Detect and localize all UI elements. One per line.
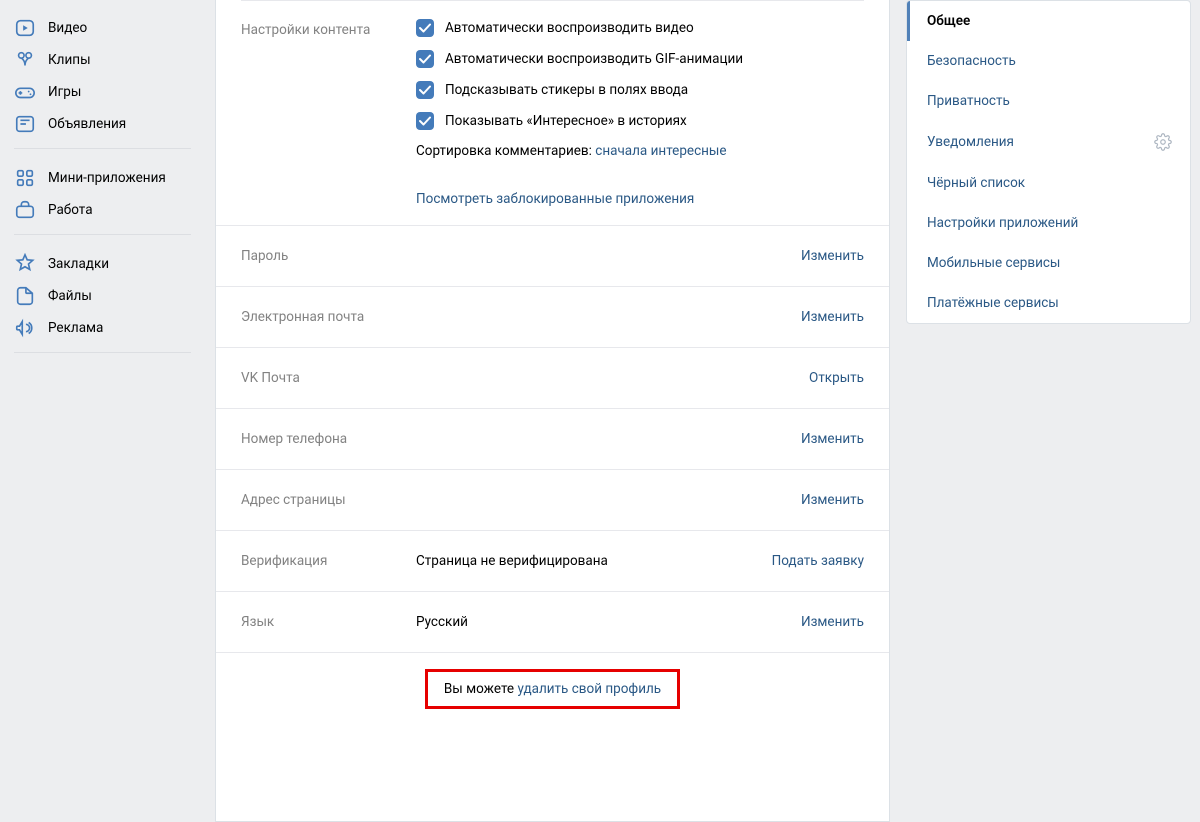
- checkbox-checked-icon: [416, 81, 434, 99]
- checkbox-label: Автоматически воспроизводить GIF-анимаци…: [445, 51, 743, 67]
- change-password-link[interactable]: Изменить: [801, 248, 864, 264]
- checkbox-label: Автоматически воспроизводить видео: [445, 20, 694, 36]
- settings-nav-label: Настройки приложений: [927, 215, 1078, 231]
- checkbox-autoplay-video[interactable]: Автоматически воспроизводить видео: [416, 19, 864, 37]
- nav-promo[interactable]: Реклама: [14, 312, 215, 344]
- nav-label: Клипы: [48, 52, 91, 68]
- nav-label: Работа: [48, 202, 93, 218]
- nav-label: Видео: [48, 20, 87, 36]
- checkbox-checked-icon: [416, 50, 434, 68]
- nav-bookmarks[interactable]: Закладки: [14, 248, 215, 280]
- row-label: Язык: [241, 614, 416, 630]
- nav-video[interactable]: Видео: [14, 12, 215, 44]
- settings-nav-label: Уведомления: [927, 134, 1014, 150]
- nav-files[interactable]: Файлы: [14, 280, 215, 312]
- verification-apply-link[interactable]: Подать заявку: [772, 553, 864, 569]
- work-icon: [14, 199, 36, 221]
- row-label: Верификация: [241, 553, 416, 569]
- bookmarks-icon: [14, 253, 36, 275]
- change-phone-link[interactable]: Изменить: [801, 431, 864, 447]
- row-email: Электронная почта Изменить: [216, 287, 889, 348]
- checkbox-checked-icon: [416, 19, 434, 37]
- row-value: Русский: [416, 614, 801, 630]
- row-language: Язык Русский Изменить: [216, 592, 889, 652]
- checkbox-checked-icon: [416, 112, 434, 130]
- settings-nav-payments[interactable]: Платёжные сервисы: [907, 283, 1190, 323]
- row-label: Электронная почта: [241, 309, 416, 325]
- settings-nav-box: Общее Безопасность Приватность Уведомлен…: [906, 0, 1191, 324]
- settings-nav-privacy[interactable]: Приватность: [907, 81, 1190, 121]
- change-address-link[interactable]: Изменить: [801, 492, 864, 508]
- settings-nav-label: Чёрный список: [927, 175, 1025, 191]
- settings-nav-notifications[interactable]: Уведомления: [907, 121, 1190, 163]
- checkbox-show-interesting[interactable]: Показывать «Интересное» в историях: [416, 112, 864, 130]
- nav-label: Закладки: [48, 256, 109, 272]
- sort-value-link[interactable]: сначала интересные: [595, 143, 726, 159]
- settings-nav-label: Приватность: [927, 93, 1010, 109]
- ads-icon: [14, 113, 36, 135]
- nav-miniapps[interactable]: Мини-приложения: [14, 162, 215, 194]
- miniapps-icon: [14, 167, 36, 189]
- settings-nav-blacklist[interactable]: Чёрный список: [907, 163, 1190, 203]
- settings-right-panel: Общее Безопасность Приватность Уведомлен…: [906, 0, 1191, 822]
- nav-label: Мини-приложения: [48, 170, 166, 186]
- section-label: Настройки контента: [241, 19, 416, 207]
- open-vkmail-link[interactable]: Открыть: [809, 370, 864, 386]
- blocked-apps-link[interactable]: Посмотреть заблокированные приложения: [416, 191, 864, 207]
- settings-main-panel: Настройки контента Автоматически воспрои…: [215, 0, 890, 822]
- nav-label: Реклама: [48, 320, 103, 336]
- nav-games[interactable]: Игры: [14, 76, 215, 108]
- delete-profile-highlight: Вы можете удалить свой профиль: [425, 669, 680, 709]
- checkbox-label: Показывать «Интересное» в историях: [445, 113, 687, 129]
- row-phone: Номер телефона Изменить: [216, 409, 889, 470]
- promo-icon: [14, 317, 36, 339]
- delete-prefix: Вы можете: [444, 681, 518, 697]
- row-value: Страница не верифицирована: [416, 553, 772, 569]
- change-email-link[interactable]: Изменить: [801, 309, 864, 325]
- settings-nav-app-settings[interactable]: Настройки приложений: [907, 203, 1190, 243]
- settings-nav-general[interactable]: Общее: [907, 1, 1190, 41]
- video-icon: [14, 17, 36, 39]
- row-label: VK Почта: [241, 370, 416, 386]
- nav-separator: [14, 148, 191, 156]
- nav-clips[interactable]: Клипы: [14, 44, 215, 76]
- settings-nav-mobile[interactable]: Мобильные сервисы: [907, 243, 1190, 283]
- nav-label: Игры: [48, 84, 81, 100]
- checkbox-suggest-stickers[interactable]: Подсказывать стикеры в полях ввода: [416, 81, 864, 99]
- row-vkmail: VK Почта Открыть: [216, 348, 889, 409]
- row-label: Пароль: [241, 248, 416, 264]
- content-settings-section: Настройки контента Автоматически воспрои…: [216, 1, 889, 226]
- nav-ads[interactable]: Объявления: [14, 108, 215, 140]
- games-icon: [14, 81, 36, 103]
- checkbox-label: Подсказывать стикеры в полях ввода: [445, 82, 688, 98]
- left-navigation: Видео Клипы Игры Объявления Мини-прил: [0, 0, 215, 822]
- files-icon: [14, 285, 36, 307]
- footer: Вы можете удалить свой профиль: [216, 652, 889, 725]
- delete-profile-link[interactable]: удалить свой профиль: [517, 681, 661, 697]
- checkbox-autoplay-gif[interactable]: Автоматически воспроизводить GIF-анимаци…: [416, 50, 864, 68]
- change-language-link[interactable]: Изменить: [801, 614, 864, 630]
- nav-label: Файлы: [48, 288, 92, 304]
- settings-nav-label: Безопасность: [927, 53, 1016, 69]
- settings-nav-security[interactable]: Безопасность: [907, 41, 1190, 81]
- nav-label: Объявления: [48, 116, 126, 132]
- row-verification: Верификация Страница не верифицирована П…: [216, 531, 889, 592]
- row-address: Адрес страницы Изменить: [216, 470, 889, 531]
- settings-nav-label: Мобильные сервисы: [927, 255, 1060, 271]
- nav-separator: [14, 234, 191, 242]
- row-label: Адрес страницы: [241, 492, 416, 508]
- settings-nav-label: Платёжные сервисы: [927, 295, 1059, 311]
- row-label: Номер телефона: [241, 431, 416, 447]
- nav-separator: [14, 352, 191, 360]
- settings-nav-label: Общее: [927, 13, 970, 29]
- clips-icon: [14, 49, 36, 71]
- sort-label: Сортировка комментариев:: [416, 143, 595, 159]
- gear-icon[interactable]: [1154, 133, 1172, 151]
- row-password: Пароль Изменить: [216, 226, 889, 287]
- nav-work[interactable]: Работа: [14, 194, 215, 226]
- comment-sort-row: Сортировка комментариев: сначала интерес…: [416, 143, 864, 159]
